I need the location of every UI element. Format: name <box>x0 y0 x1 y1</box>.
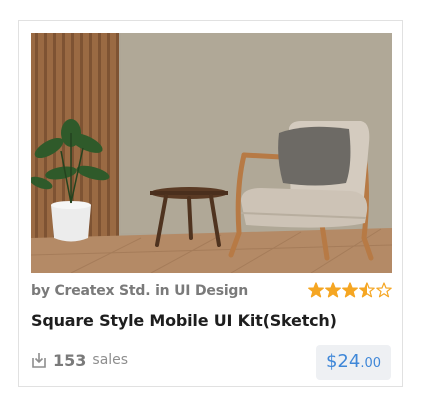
product-card[interactable]: by Createx Std. in UI Design Square Styl… <box>18 20 403 387</box>
star-full-icon <box>308 282 324 298</box>
product-photo <box>31 33 392 273</box>
star-full-icon <box>325 282 341 298</box>
sales-info: 153 sales <box>31 349 128 371</box>
star-half-icon <box>359 282 375 298</box>
download-icon <box>32 353 46 368</box>
sales-label: sales <box>92 352 129 368</box>
sales-count: 153 <box>53 350 87 370</box>
author-line: by Createx Std. in UI Design <box>31 283 248 299</box>
meta-row: by Createx Std. in UI Design <box>31 282 392 301</box>
price-badge[interactable]: $24 .00 <box>315 345 391 380</box>
price-cents: .00 <box>360 356 381 371</box>
category-prefix: in <box>155 283 170 299</box>
star-full-icon <box>342 282 358 298</box>
product-title[interactable]: Square Style Mobile UI Kit(Sketch) <box>31 311 337 330</box>
author-link[interactable]: Createx Std. <box>54 283 150 299</box>
star-rating <box>308 282 392 298</box>
star-empty-icon <box>376 282 392 298</box>
price-main: $24 <box>325 351 361 372</box>
category-link[interactable]: UI Design <box>174 283 248 299</box>
product-image[interactable] <box>31 33 392 273</box>
author-prefix: by <box>31 283 50 299</box>
